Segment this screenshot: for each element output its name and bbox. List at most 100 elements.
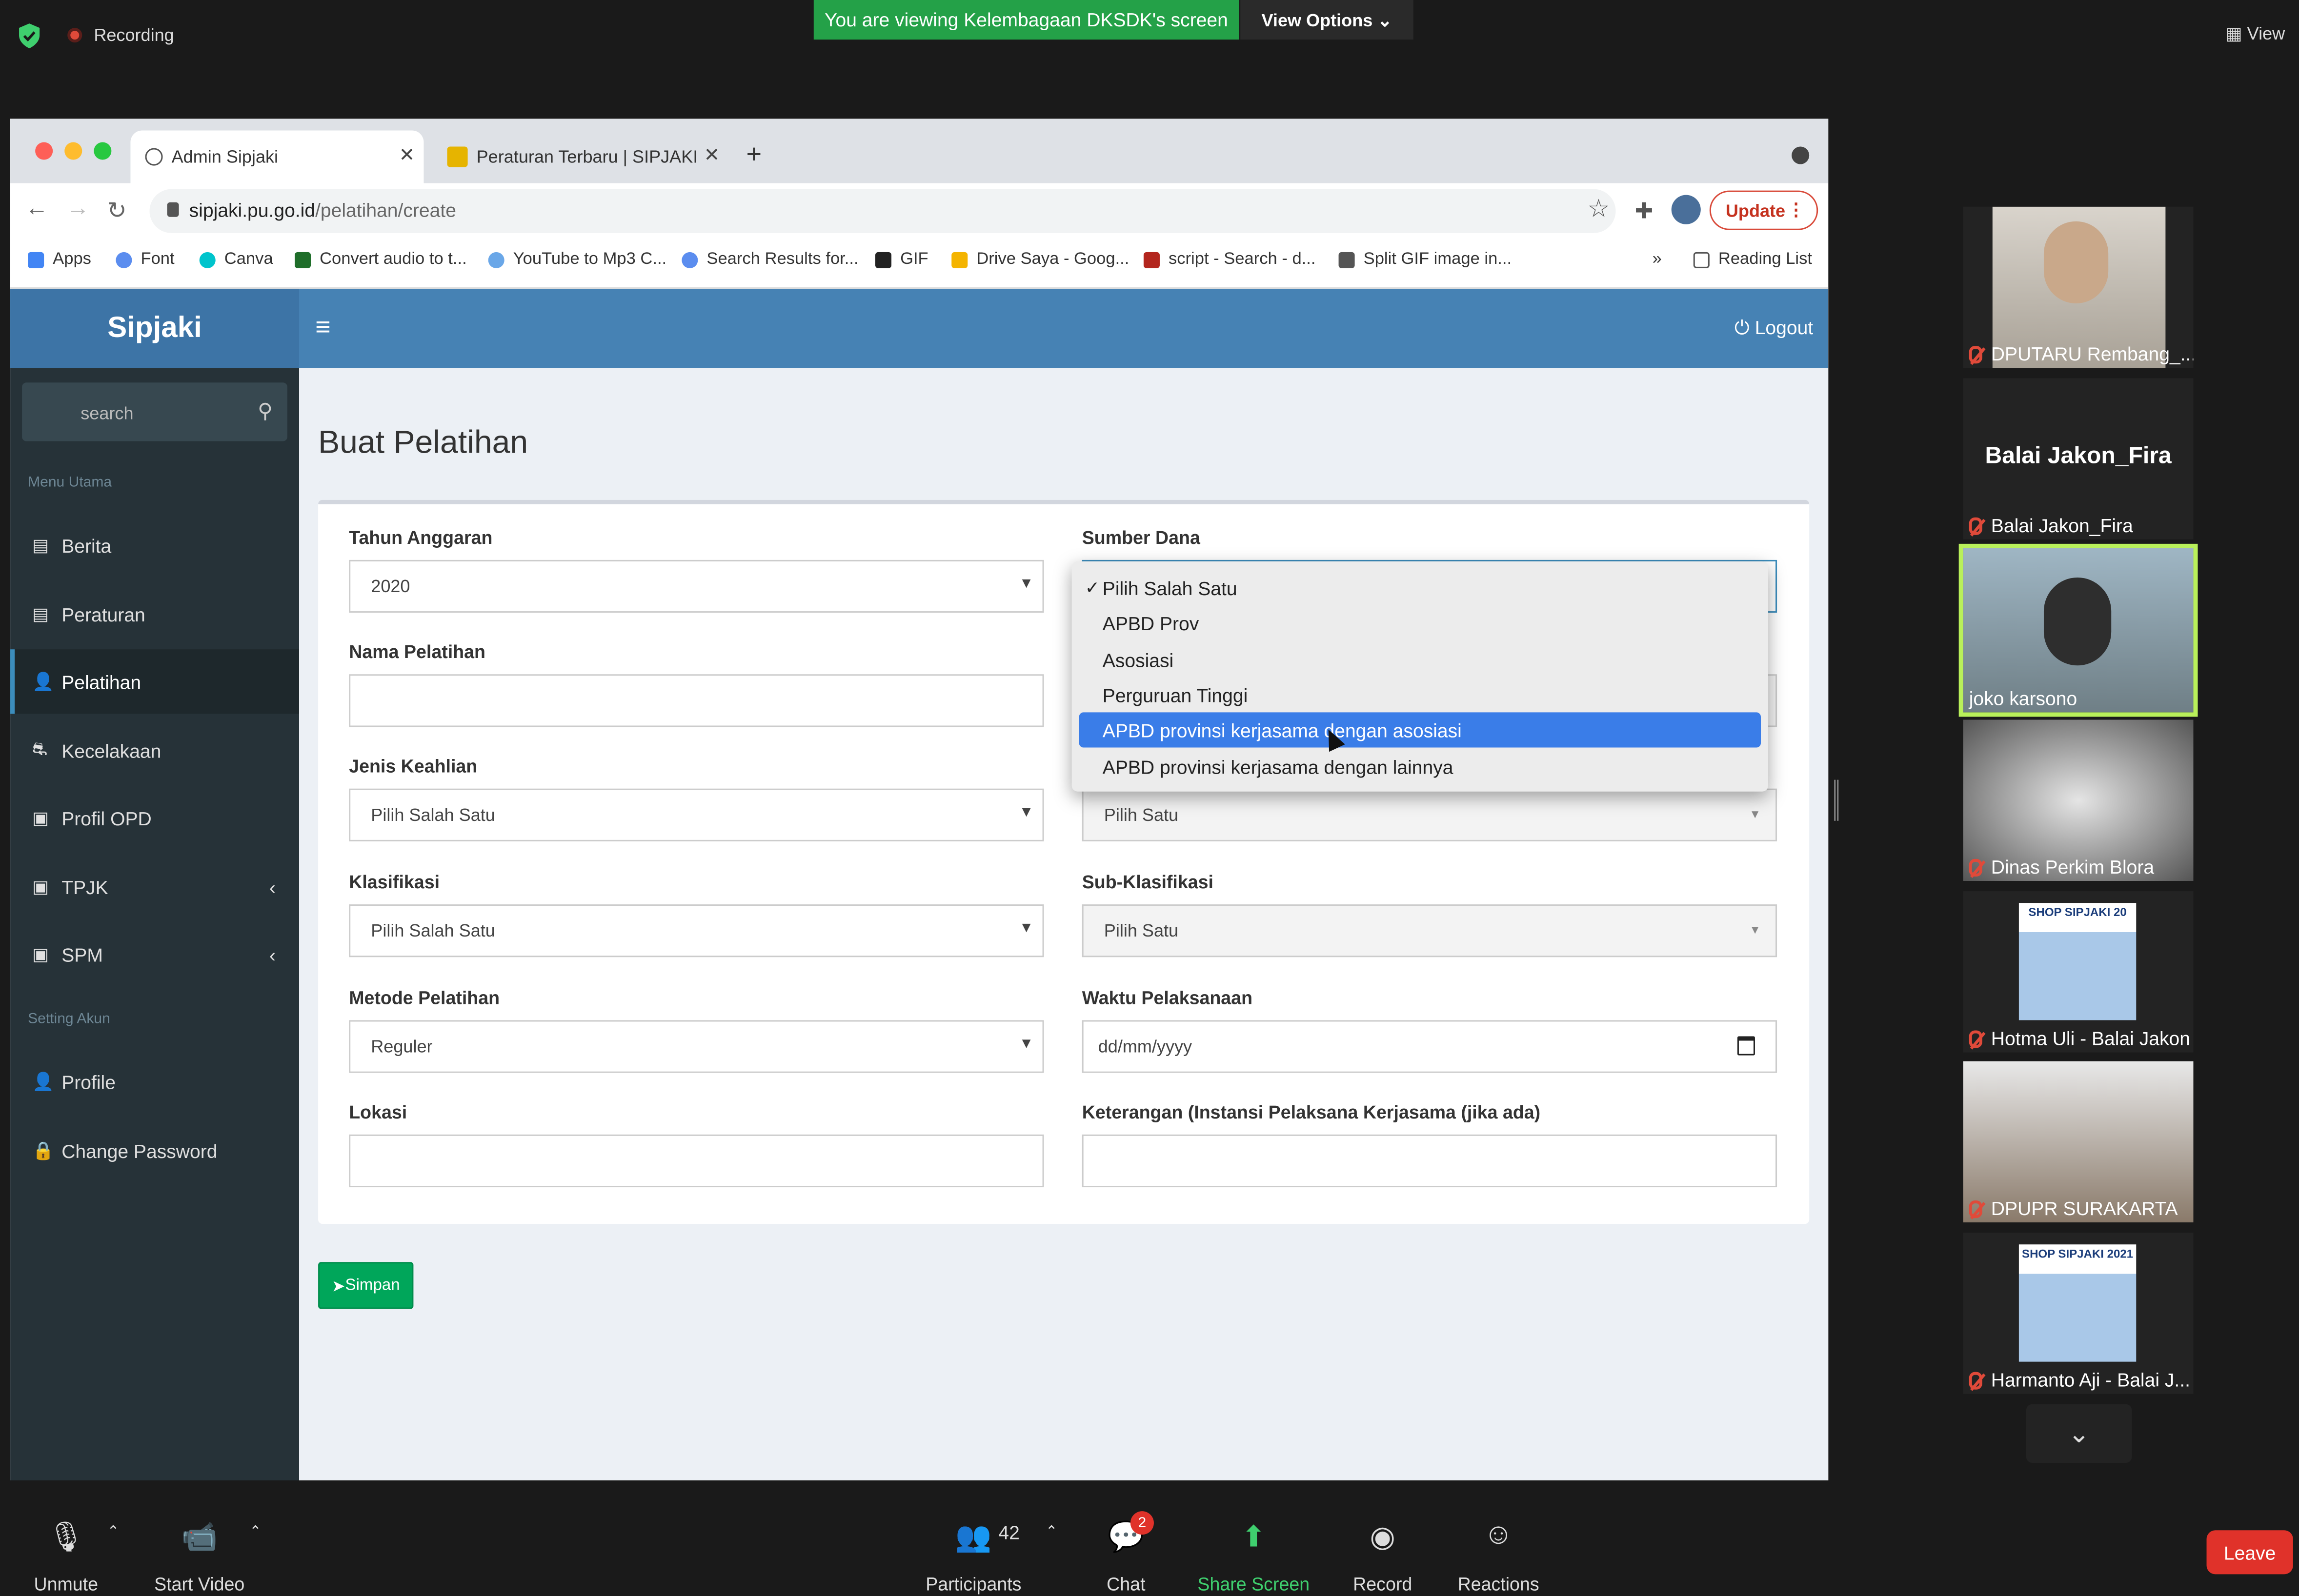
brand-logo[interactable]: Sipjaki [10,288,300,368]
reactions-icon[interactable]: ☺ [1483,1518,1513,1552]
unmute-button[interactable]: Unmute [34,1574,98,1595]
keterangan-input[interactable] [1082,1134,1777,1188]
start-video-button[interactable]: Start Video [154,1574,244,1595]
bookmark-drive[interactable]: Drive Saya - Goog... [951,251,1129,268]
shield-icon[interactable] [18,23,41,49]
view-button[interactable]: ▦ View [2226,23,2285,44]
participant-tile[interactable]: DPUTARU Rembang_... [1963,206,2194,368]
sidebar-item-pelatihan[interactable]: 👤 Pelatihan [10,649,300,714]
waktu-pelaksanaan-date[interactable]: dd/mm/yyyy [1082,1020,1777,1073]
forward-icon[interactable]: → [66,197,89,223]
calendar-icon[interactable] [1737,1036,1755,1056]
split-handle[interactable] [1834,779,1839,821]
participant-tile[interactable]: Dinas Perkim Blora [1963,719,2194,881]
bookmark-script[interactable]: script - Search - d... [1143,251,1316,268]
sidebar-item-profile[interactable]: 👤 Profile [10,1050,299,1114]
participants-button[interactable]: Participants [926,1574,1021,1595]
sidebar-item-tpjk[interactable]: ▣ TPJK ‹ [10,855,299,919]
bookmark-apps[interactable]: Apps [28,251,91,268]
back-icon[interactable]: ← [25,197,48,223]
keterangan-label: Keterangan (Instansi Pelaksana Kerjasama… [1082,1102,1541,1123]
reload-icon[interactable]: ↻ [107,197,126,226]
more-bookmarks-icon[interactable]: » [1653,251,1662,268]
dropdown-option[interactable]: APBD Prov [1079,605,1761,640]
search-icon[interactable]: ⚲ [258,399,273,423]
checkmark-icon: ✓ [1085,577,1100,598]
participant-tile[interactable]: DPUPR SURAKARTA [1963,1061,2194,1223]
participant-tile[interactable]: SHOP SIPJAKI 2021 Harmanto Aji - Balai J… [1963,1233,2194,1394]
dropdown-option-highlighted[interactable]: APBD provinsi kerjasama dengan asosiasi [1079,712,1761,748]
url-path: /pelatihan/create [315,199,456,221]
dropdown-option[interactable]: Perguruan Tinggi [1079,677,1761,712]
participant-tile[interactable]: SHOP SIPJAKI 20 Hotma Uli - Balai Jakon [1963,891,2194,1053]
reading-list[interactable]: Reading List [1693,251,1812,268]
new-tab-icon[interactable]: + [746,139,762,170]
sidebar-item-spm[interactable]: ▣ SPM ‹ [10,922,299,986]
maximize-window-icon[interactable] [94,142,112,160]
close-window-icon[interactable] [35,142,53,160]
bookmark-star-icon[interactable]: ☆ [1588,195,1610,224]
dropdown-option[interactable]: ✓ Pilih Salah Satu [1079,570,1761,605]
close-tab-icon[interactable]: ✕ [399,143,415,167]
logout-button[interactable]: ⏻ Logout [1734,317,1813,340]
sidebar-item-peraturan[interactable]: ▤ Peraturan [10,582,299,646]
nama-pelatihan-input[interactable] [349,674,1044,727]
sidebar-search-input[interactable]: search ⚲ [22,382,287,441]
url-host: sipjaki.pu.go.id [189,199,316,221]
bookmark-canva[interactable]: Canva [199,251,273,268]
tab-admin-sipjaki[interactable]: Admin Sipjaki ✕ [130,130,424,183]
caret-up-icon[interactable]: ⌃ [107,1524,119,1540]
tahun-anggaran-select[interactable]: 2020 ▼ [349,559,1044,613]
muted-mic-icon[interactable]: 🎙 [47,1518,84,1555]
extensions-icon[interactable]: ✚ [1635,198,1654,224]
view-options-button[interactable]: View Options ⌄ [1240,0,1413,40]
sidebar-item-profil-opd[interactable]: ▣ Profil OPD [10,786,299,850]
lokasi-input[interactable] [349,1134,1044,1188]
bookmark-convert-audio[interactable]: Convert audio to t... [295,251,467,268]
simpan-button[interactable]: ➤ Simpan [318,1262,414,1309]
hamburger-menu-icon[interactable]: ≡ [315,312,331,343]
profile-avatar[interactable] [1671,195,1701,224]
record-icon[interactable]: ◉ [1370,1518,1395,1555]
klasifikasi-select[interactable]: Pilih Salah Satu ▼ [349,904,1044,958]
leave-button[interactable]: Leave [2206,1530,2293,1575]
chat-button[interactable]: Chat [1107,1574,1145,1595]
record-button[interactable]: Record [1353,1574,1412,1595]
participants-icon[interactable]: 👥 [955,1518,992,1555]
video-off-icon[interactable]: 📹 [181,1518,218,1555]
tab-search-icon[interactable] [1792,146,1810,164]
participant-tile-active-speaker[interactable]: joko karsono [1958,543,2198,717]
bookmark-search-results[interactable]: Search Results for... [682,251,859,268]
option-label: Perguruan Tinggi [1102,683,1248,706]
tab-peraturan[interactable]: Peraturan Terbaru | SIPJAKI ✕ [435,130,728,183]
caret-up-icon[interactable]: ⌃ [249,1524,262,1540]
participant-face [2043,221,2109,304]
close-tab-icon[interactable]: ✕ [704,143,720,167]
sub-klasifikasi-select[interactable]: Pilih Satu ▼ [1082,904,1777,958]
metode-pelatihan-select[interactable]: Reguler ▼ [349,1020,1044,1073]
chevron-down-icon: ▼ [1019,804,1034,821]
jenis-keahlian-select[interactable]: Pilih Salah Satu ▼ [349,788,1044,841]
bookmark-split-gif[interactable]: Split GIF image in... [1338,251,1512,268]
scroll-down-chevron-icon[interactable]: ⌄ [2026,1404,2132,1463]
sidebar-item-change-password[interactable]: 🔒 Change Password [10,1118,299,1183]
share-screen-button[interactable]: Share Screen [1197,1574,1310,1595]
bookmark-gif[interactable]: GIF [875,251,928,268]
participant-name: DPUTARU Rembang_... [1969,343,2193,365]
dropdown-option[interactable]: Asosiasi [1079,642,1761,677]
url-bar[interactable]: sipjaki.pu.go.id/pelatihan/create ☆ [149,189,1616,233]
reactions-button[interactable]: Reactions [1458,1574,1539,1595]
canva-icon [199,251,216,268]
jenis-right-select[interactable]: Pilih Satu ▼ [1082,788,1777,841]
bookmark-youtube-mp3[interactable]: YouTube to Mp3 C... [488,251,666,268]
bookmark-font[interactable]: Font [116,251,175,268]
participant-tile[interactable]: Balai Jakon_Fira Balai Jakon_Fira [1963,378,2194,539]
chevron-left-icon: ‹ [269,876,276,898]
share-screen-icon[interactable]: ⬆ [1241,1518,1266,1555]
caret-up-icon[interactable]: ⌃ [1046,1524,1058,1540]
sidebar-item-kecelakaan[interactable]: ⛐ Kecelakaan [10,718,299,782]
update-button[interactable]: Update ⋮ [1709,190,1818,230]
sidebar-item-berita[interactable]: ▤ Berita [10,513,299,578]
minimize-window-icon[interactable] [64,142,82,160]
dropdown-option[interactable]: APBD provinsi kerjasama dengan lainnya [1079,749,1761,784]
